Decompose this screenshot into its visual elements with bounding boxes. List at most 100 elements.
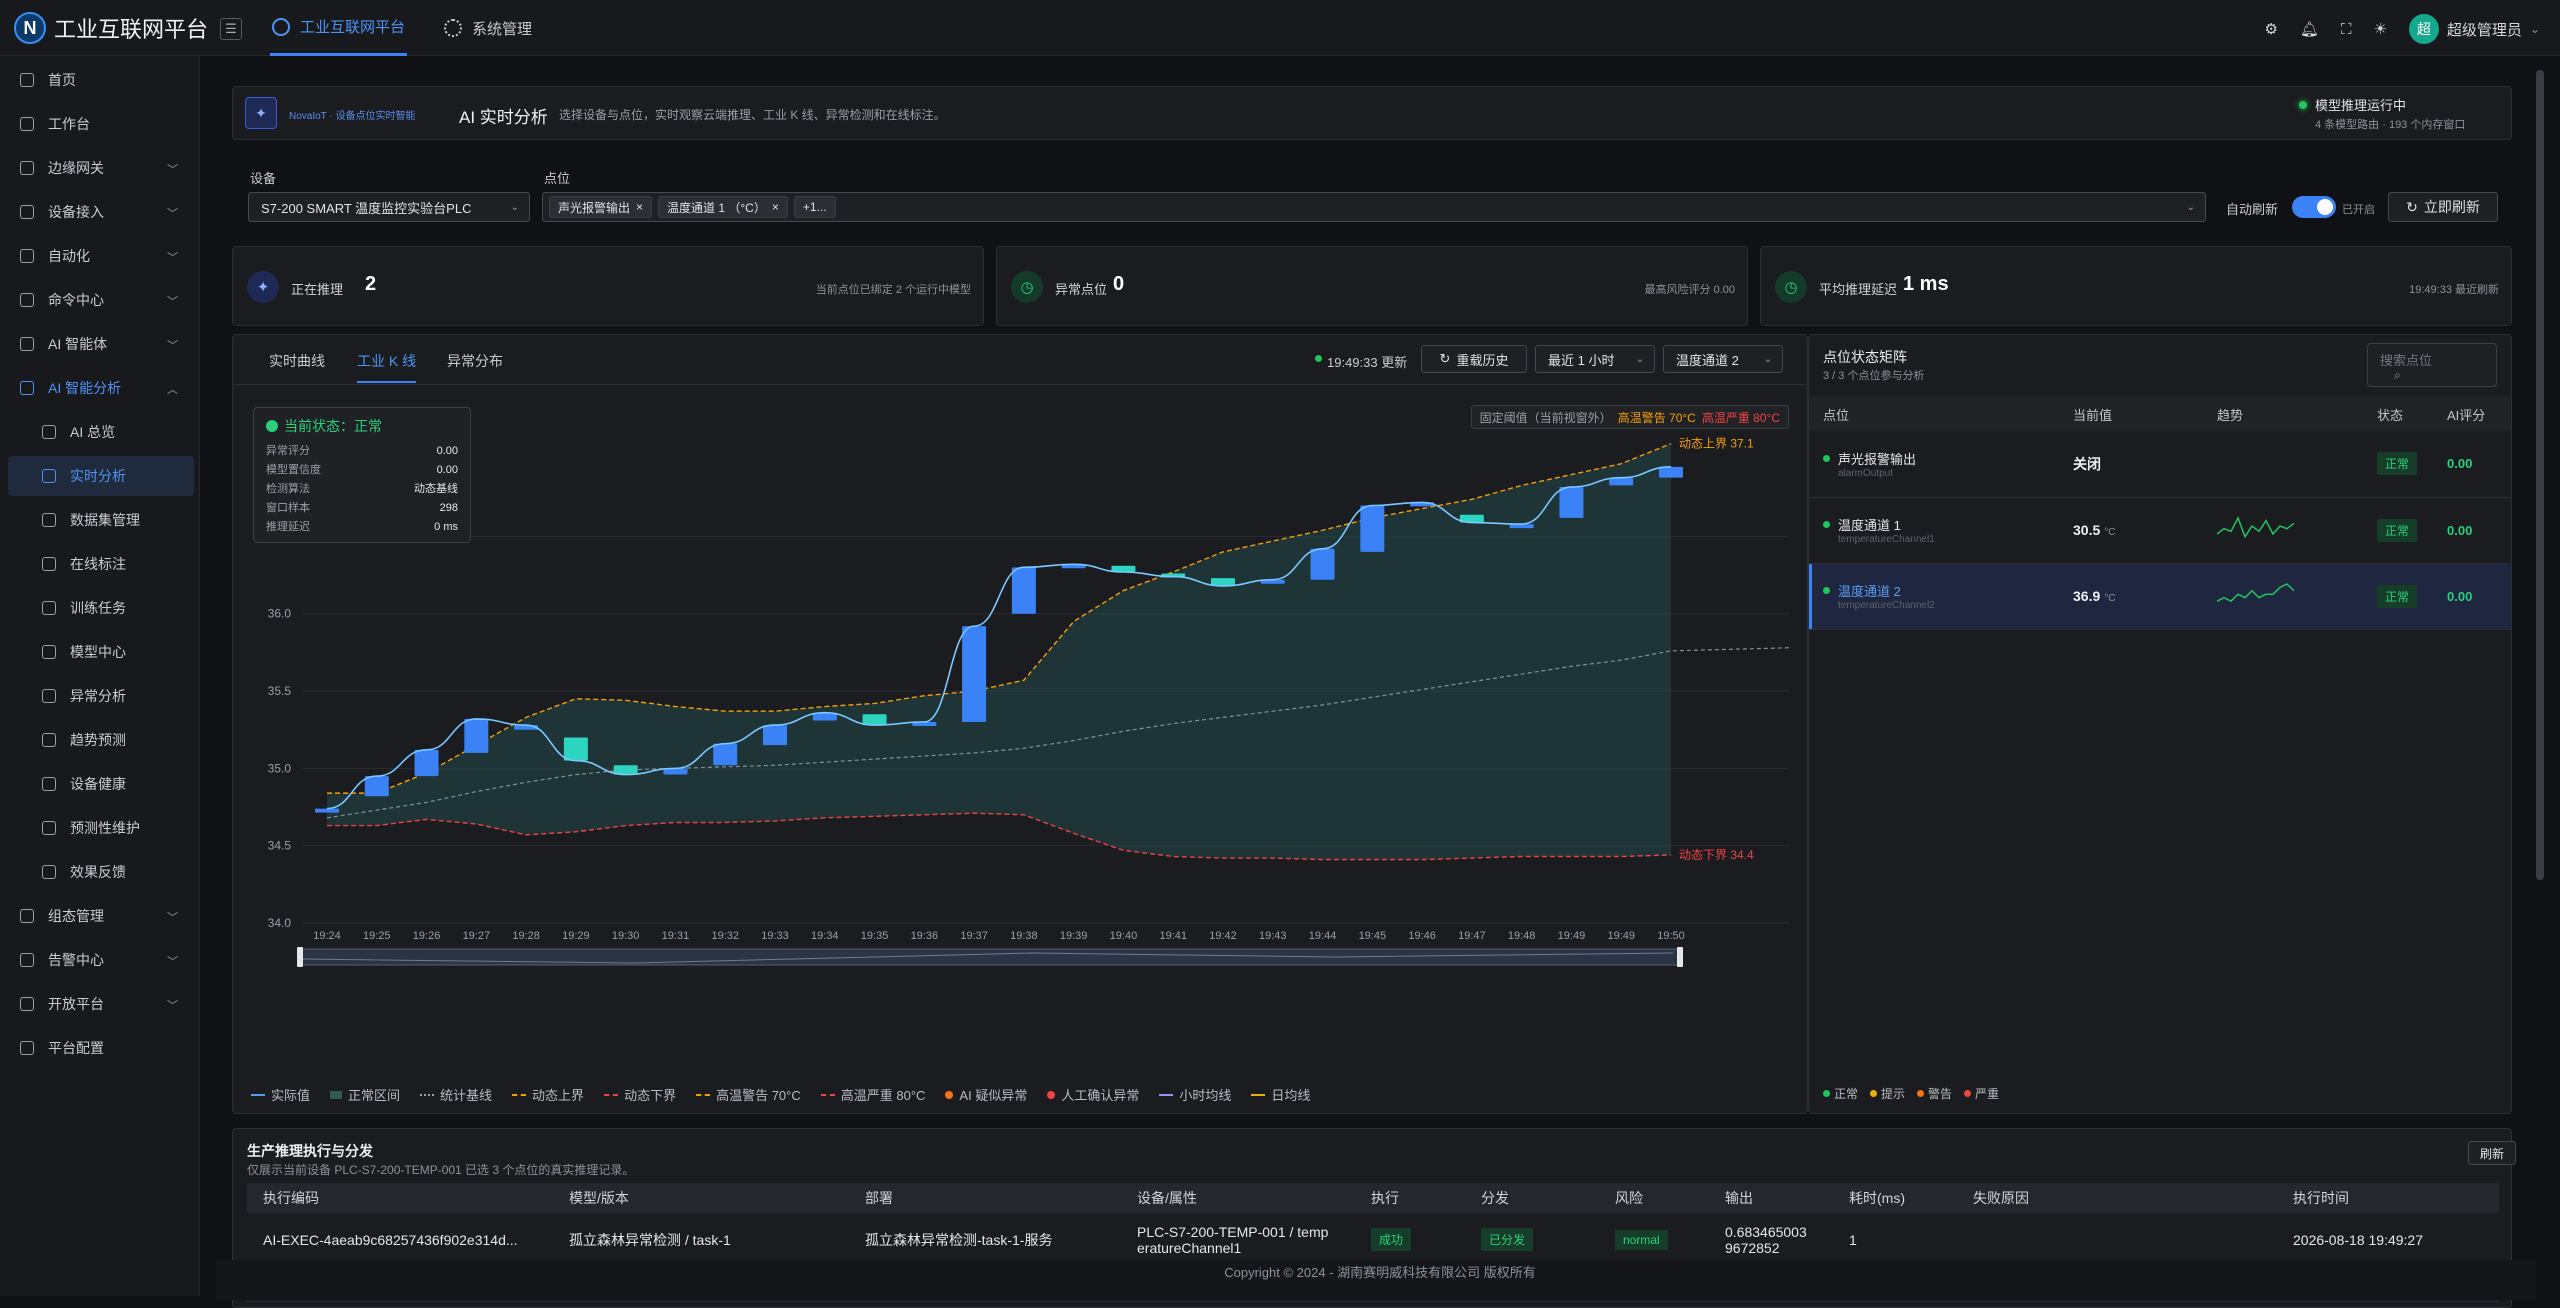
legend-item[interactable]: 人工确认异常 xyxy=(1047,1085,1139,1104)
sidebar-item[interactable]: AI 智能体 ﹀ xyxy=(0,324,200,364)
matrix-column-header: 点位 xyxy=(1823,407,1850,423)
app-logo[interactable]: N 工业互联网平台 xyxy=(14,12,208,44)
point-multiselect[interactable]: 声光报警输出 × 温度通道 1 （°C） × +1... ⌄ xyxy=(542,192,2206,222)
sidebar-item[interactable]: 自动化 ﹀ xyxy=(0,236,200,276)
matrix-row[interactable]: 声光报警输出 alarmOutput 关闭 正常 0.00 xyxy=(1809,431,2511,497)
status-dot xyxy=(1823,587,1830,594)
sidebar-item[interactable]: 组态管理 ﹀ xyxy=(0,896,200,936)
legend-item[interactable]: 高温警告 70°C xyxy=(696,1085,801,1104)
chart-legend: 实际值 正常区间 统计基线 动态上界 动态下界 高温警告 70°C 高温严重 80°C AI … xyxy=(251,1085,1330,1104)
kpi-value: 0 xyxy=(1113,273,1125,295)
sidebar-item[interactable]: 开放平台 ﹀ xyxy=(0,984,200,1024)
point-name-wrap: 温度通道 2 temperatureChannel2 xyxy=(1823,581,2059,611)
matrix-title: 点位状态矩阵 xyxy=(1823,349,1907,365)
main-content: ✦ NovaIoT · 设备点位实时智能 AI 实时分析 选择设备与点位，实时观… xyxy=(216,68,2536,1308)
legend-swatch xyxy=(512,1093,527,1096)
legend-item[interactable]: 小时均线 xyxy=(1159,1085,1231,1104)
sidebar-item[interactable]: 在线标注 xyxy=(0,544,200,584)
legend-item[interactable]: 日均线 xyxy=(1251,1085,1310,1104)
x-tick-label: 19:26 xyxy=(413,930,441,942)
refresh-now-button[interactable]: ↻ 立即刷新 xyxy=(2388,192,2498,222)
legend-item[interactable]: AI 疑似异常 xyxy=(945,1085,1027,1104)
user-menu[interactable]: 超 超级管理员 ⌄ xyxy=(2408,14,2540,44)
sidebar-item[interactable]: AI 智能分析 ︿ xyxy=(0,368,200,408)
legend-item[interactable]: 统计基线 xyxy=(420,1085,492,1104)
x-tick-label: 19:27 xyxy=(463,930,491,942)
tab-anomaly-distribution[interactable]: 异常分布 xyxy=(447,351,503,371)
legend-label: 动态下界 xyxy=(624,1088,677,1103)
sidebar-item[interactable]: 设备健康 xyxy=(0,764,200,804)
channel-select[interactable]: 温度通道 2 ⌄ xyxy=(1663,345,1783,373)
execution-refresh-button[interactable]: 刷新 xyxy=(2468,1141,2516,1165)
score-cell: 0.00 xyxy=(2433,563,2511,629)
matrix-row[interactable]: 温度通道 2 temperatureChannel2 36.9 °C 正常 0.00 xyxy=(1809,563,2511,629)
auto-refresh-toggle[interactable] xyxy=(2292,196,2336,218)
legend-item[interactable]: 动态下界 xyxy=(604,1085,676,1104)
sidebar-item-label: 自动化 xyxy=(48,248,90,264)
score-cell: 0.00 xyxy=(2433,497,2511,563)
kpi-note: 19:49:33 最近刷新 xyxy=(2409,284,2499,296)
sidebar-item[interactable]: 训练任务 xyxy=(0,588,200,628)
settings-icon[interactable]: ⚙ xyxy=(2264,20,2277,38)
legend-item[interactable]: 动态上界 xyxy=(512,1085,584,1104)
sidebar-item[interactable]: 数据集管理 xyxy=(0,500,200,540)
chart-panel: 实时曲线 工业 K 线 异常分布 19:49:33 更新 ↻ 重载历史 最近 1 … xyxy=(232,334,1808,1114)
sidebar-item[interactable]: 效果反馈 xyxy=(0,852,200,892)
sidebar-item[interactable]: AI 总览 xyxy=(0,412,200,452)
bell-icon[interactable]: 🔔︎ xyxy=(2300,20,2319,38)
execution-column-header: 部署 xyxy=(849,1183,1121,1213)
range-select[interactable]: 最近 1 小时 ⌄ xyxy=(1535,345,1655,373)
tooltip-value: 动态基线 xyxy=(414,483,458,495)
search-icon xyxy=(42,689,56,703)
x-tick-label: 19:33 xyxy=(761,930,789,942)
point-tag[interactable]: 声光报警输出 × xyxy=(549,196,653,218)
close-icon[interactable]: × xyxy=(636,200,643,214)
legend-item[interactable]: 正常区间 xyxy=(330,1085,400,1104)
sidebar-item[interactable]: 首页 xyxy=(0,60,200,100)
legend-item[interactable]: 实际值 xyxy=(251,1085,310,1104)
search-icon: ⌕ xyxy=(2394,368,2401,382)
menu-fold-icon[interactable]: ☰ xyxy=(220,18,242,40)
sidebar-item[interactable]: 告警中心 ﹀ xyxy=(0,940,200,980)
tooltip-row: 推理延迟 0 ms xyxy=(266,518,458,537)
legend-label: 高温严重 80°C xyxy=(840,1088,926,1103)
candle xyxy=(364,776,389,797)
tab-system-management[interactable]: 系统管理 xyxy=(444,0,532,56)
point-more-tag[interactable]: +1... xyxy=(793,196,836,218)
point-tag[interactable]: 温度通道 1 （°C） × xyxy=(658,196,788,218)
sidebar-item[interactable]: 实时分析 xyxy=(8,456,194,496)
sidebar-item[interactable]: 边缘网关 ﹀ xyxy=(0,148,200,188)
sidebar-item[interactable]: 异常分析 xyxy=(0,676,200,716)
sidebar-item[interactable]: 预测性维护 xyxy=(0,808,200,848)
search-input[interactable]: 搜索点位 ⌕ xyxy=(2367,343,2497,387)
fullscreen-icon[interactable]: ⛶ xyxy=(2341,21,2352,38)
sidebar-item[interactable]: 设备接入 ﹀ xyxy=(0,192,200,232)
sidebar-item[interactable]: 命令中心 ﹀ xyxy=(0,280,200,320)
candle xyxy=(1360,505,1385,552)
close-icon[interactable]: × xyxy=(772,200,779,214)
tab-realtime-curve[interactable]: 实时曲线 xyxy=(269,351,325,371)
point-label: 点位 xyxy=(544,171,571,186)
sidebar-item[interactable]: 工作台 xyxy=(0,104,200,144)
execution-status: 成功 xyxy=(1355,1213,1465,1267)
theme-toggle-icon[interactable]: ☀ xyxy=(2373,20,2386,38)
matrix-row[interactable]: 温度通道 1 temperatureChannel1 30.5 °C 正常 0.00 xyxy=(1809,497,2511,563)
command-icon xyxy=(20,293,34,307)
tab-k-line[interactable]: 工业 K 线 xyxy=(357,351,417,383)
device-select[interactable]: S7-200 SMART 温度监控实验台PLC ⌄ xyxy=(248,192,530,222)
legend-swatch xyxy=(330,1090,343,1099)
matrix-legend-label: 正常 xyxy=(1834,1087,1859,1101)
reload-history-button[interactable]: ↻ 重载历史 xyxy=(1421,345,1527,373)
sidebar-item[interactable]: 平台配置 xyxy=(0,1028,200,1068)
trend-cell xyxy=(2203,563,2363,629)
tab-industrial-platform[interactable]: 工业互联网平台 xyxy=(270,0,408,56)
x-tick-label: 19:44 xyxy=(1309,930,1337,942)
y-tick-label: 34.5 xyxy=(268,839,292,853)
sidebar-item[interactable]: 趋势预测 xyxy=(0,720,200,760)
tooltip-title-text: 当前状态：正常 xyxy=(284,418,382,434)
execution-row[interactable]: AI-EXEC-4aeab9c68257436f902e314d... 孤立森林异… xyxy=(247,1213,2499,1267)
page-scrollbar[interactable] xyxy=(2536,70,2544,880)
legend-item[interactable]: 高温严重 80°C xyxy=(820,1085,926,1104)
chevron-down-icon: ﹀ xyxy=(167,340,178,352)
sidebar-item[interactable]: 模型中心 xyxy=(0,632,200,672)
